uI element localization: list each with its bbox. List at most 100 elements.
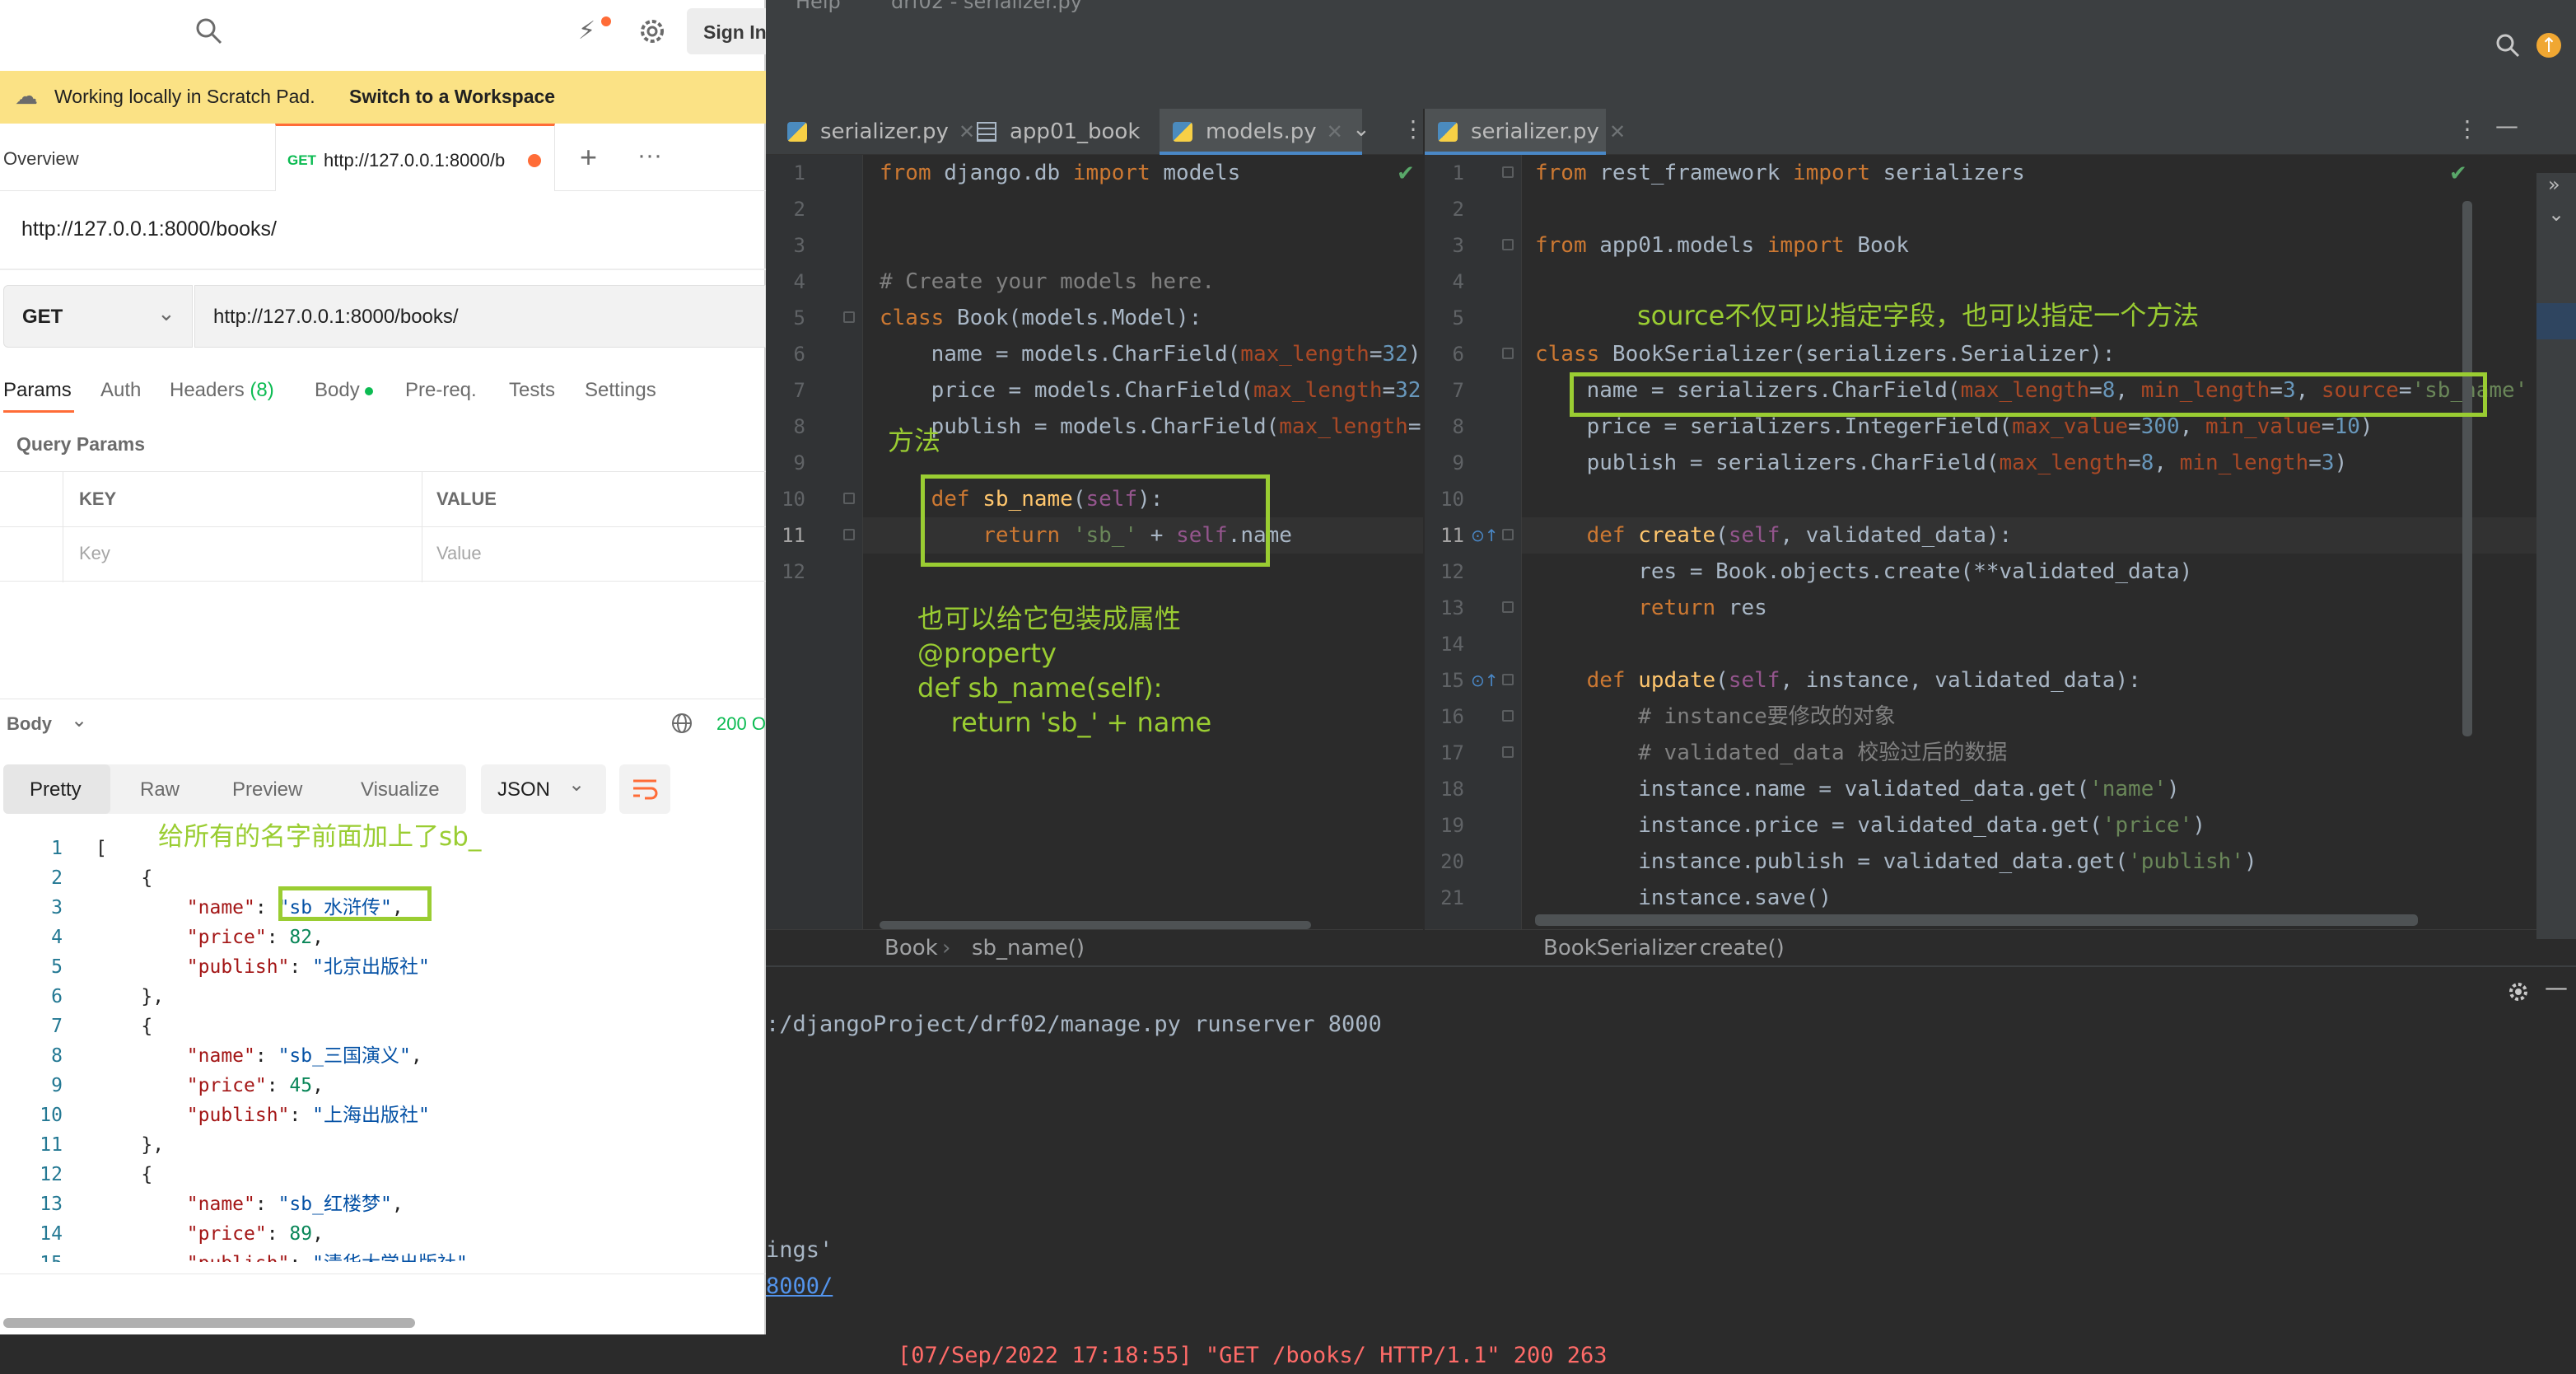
console-link[interactable]: 8000/ xyxy=(766,1269,833,1305)
annotation-source: source不仅可以指定字段，也可以指定一个方法 xyxy=(1637,300,2200,331)
console-line: [07/Sep/2022 17:18:55] "GET /books/ HTTP… xyxy=(898,1343,1608,1368)
tab-tests[interactable]: Tests xyxy=(509,379,555,402)
horizontal-scrollbar[interactable] xyxy=(880,921,1311,929)
json-value: "上海出版社" xyxy=(312,1105,430,1126)
json-line-number: 13 xyxy=(40,1194,63,1215)
gear-icon[interactable] xyxy=(2507,980,2530,1003)
response-body-label[interactable]: Body xyxy=(7,713,52,735)
vertical-scrollbar[interactable] xyxy=(2462,201,2472,736)
preview-button[interactable]: Preview xyxy=(232,778,302,802)
annotation-property: 也可以给它包装成属性 @property def sb_name(self): … xyxy=(917,603,1212,738)
json-line: "publish": "清华大学出版社" xyxy=(96,1249,468,1262)
json-line-number: 4 xyxy=(51,927,63,948)
switch-workspace-link[interactable]: Switch to a Workspace xyxy=(349,86,555,108)
chevron-down-icon[interactable]: ⌄ xyxy=(1352,117,1370,142)
wrap-icon xyxy=(633,779,658,800)
value-input[interactable]: Value xyxy=(436,543,482,564)
status-code[interactable]: 200 O xyxy=(716,713,766,735)
more-icon[interactable]: ⋮ xyxy=(1402,115,1425,143)
key-input[interactable]: Key xyxy=(79,543,110,564)
json-key: "name" xyxy=(186,1194,255,1215)
tab-get-books[interactable]: GET http://127.0.0.1:8000/bo xyxy=(275,124,555,191)
close-icon[interactable]: ✕ xyxy=(1327,120,1343,143)
search-icon[interactable] xyxy=(2494,31,2523,61)
breadcrumb-method[interactable]: sb_name() xyxy=(972,930,1085,966)
globe-icon[interactable] xyxy=(670,712,693,735)
minimize-icon[interactable]: — xyxy=(2495,112,2518,139)
request-title[interactable]: http://127.0.0.1:8000/books/ xyxy=(21,217,277,241)
json-key: "name" xyxy=(186,1045,255,1067)
tab-app01-book[interactable]: app01_book xyxy=(964,109,1140,155)
tab-prereq[interactable]: Pre-req. xyxy=(405,379,477,402)
minimize-icon[interactable]: — xyxy=(2545,974,2568,1001)
json-line: { xyxy=(96,867,153,889)
tab-overview[interactable]: Overview xyxy=(3,148,79,170)
tab-serializer-py[interactable]: serializer.py ✕ xyxy=(774,109,975,155)
tab-headers[interactable]: Headers (8) xyxy=(170,379,274,402)
highlight-box-sb-name xyxy=(921,474,1270,567)
horizontal-scrollbar[interactable] xyxy=(3,1318,415,1328)
json-line-number: 11 xyxy=(40,1134,63,1156)
tool-window-button[interactable] xyxy=(2536,303,2576,339)
annotation-method: 方法 xyxy=(888,425,941,456)
search-icon[interactable] xyxy=(194,16,224,46)
chevron-down-icon[interactable]: ⌄ xyxy=(2548,203,2564,226)
update-icon[interactable]: ↑ xyxy=(2536,33,2561,58)
tab-params[interactable]: Params xyxy=(3,379,72,402)
json-line: "name": "sb_三国演义", xyxy=(186,1045,422,1067)
pycharm-window: Help drf02 - serializer.py ↑ serializer.… xyxy=(766,0,2576,1368)
json-line-number: 15 xyxy=(16,1249,63,1262)
json-key: "publish" xyxy=(187,1253,290,1262)
tab-serializer-py-right[interactable]: serializer.py ✕ xyxy=(1425,109,1626,155)
json-value: "北京出版社" xyxy=(312,956,430,978)
override-marker-icon[interactable]: ⊙↑ xyxy=(1471,526,1499,545)
json-line: "price": 89, xyxy=(186,1223,324,1245)
key-header: KEY xyxy=(79,488,117,509)
raw-button[interactable]: Raw xyxy=(140,778,180,802)
chevron-down-icon[interactable]: ⌄ xyxy=(71,708,87,732)
horizontal-scrollbar[interactable] xyxy=(1535,914,2418,926)
python-file-icon xyxy=(787,122,807,142)
sign-in-button[interactable]: Sign In xyxy=(687,8,767,54)
highlight-box-source xyxy=(1570,372,2487,417)
json-line: }, xyxy=(96,1134,165,1156)
menu-help[interactable]: Help xyxy=(796,0,841,13)
visualize-button[interactable]: Visualize xyxy=(361,778,440,802)
gear-icon[interactable] xyxy=(637,16,667,46)
url-input[interactable]: http://127.0.0.1:8000/books/ xyxy=(194,285,766,348)
pretty-button[interactable]: Pretty xyxy=(3,764,110,814)
json-line-number: 8 xyxy=(51,1045,63,1067)
serializer-editor[interactable]: 1 2 3 4 5 6 7 8 9 10 11 12 13 14 15 16 17 18 19 20 21 ⊙↑ ⊙↑ … xyxy=(1425,155,2576,929)
satellite-icon[interactable]: ⚡ xyxy=(578,16,611,49)
expand-icon[interactable]: » xyxy=(2548,173,2560,196)
breadcrumb-class[interactable]: Book xyxy=(884,930,938,966)
breadcrumb-method[interactable]: create() xyxy=(1700,930,1785,966)
tab-models-py[interactable]: models.py ✕ xyxy=(1160,109,1362,155)
tab-body[interactable]: Body xyxy=(315,379,374,402)
close-icon[interactable]: ✕ xyxy=(1609,120,1626,143)
more-icon[interactable]: ··· xyxy=(637,142,662,170)
add-tab-icon[interactable]: + xyxy=(580,140,597,175)
override-marker-icon[interactable]: ⊙↑ xyxy=(1471,671,1499,690)
json-value: "sb_红楼梦" xyxy=(278,1194,392,1215)
format-select[interactable]: JSON ⌄ xyxy=(481,764,606,814)
tab-settings[interactable]: Settings xyxy=(585,379,656,402)
more-icon[interactable]: ⋮ xyxy=(2456,115,2479,143)
right-editor-tabbar: serializer.py ✕ ⋮ — xyxy=(1425,109,2576,155)
json-line-number: 5 xyxy=(51,956,63,978)
postman-window: ⚡ Sign In ☁ Working locally in Scratch P… xyxy=(0,0,767,1334)
json-value: "清华大学出版社" xyxy=(312,1253,468,1262)
tab-auth[interactable]: Auth xyxy=(100,379,141,402)
right-breadcrumb: BookSerializer › create() xyxy=(1425,929,2576,965)
json-value: 45 xyxy=(289,1075,313,1096)
json-line: { xyxy=(96,1164,153,1185)
menu-bar: Help drf02 - serializer.py xyxy=(766,0,2576,18)
left-editor-tabbar: serializer.py ✕ app01_book models.py ✕ ⌄ ⋮ xyxy=(766,109,1425,155)
cloud-off-icon: ☁ xyxy=(15,83,38,109)
json-key: "price" xyxy=(186,1075,267,1096)
method-select[interactable]: GET ⌄ xyxy=(3,285,193,348)
right-tool-strip: » ⌄ xyxy=(2536,173,2576,939)
toolbar: ↑ xyxy=(766,18,2576,109)
wrap-lines-button[interactable] xyxy=(619,764,670,814)
json-line: "publish": "上海出版社" xyxy=(186,1105,430,1126)
